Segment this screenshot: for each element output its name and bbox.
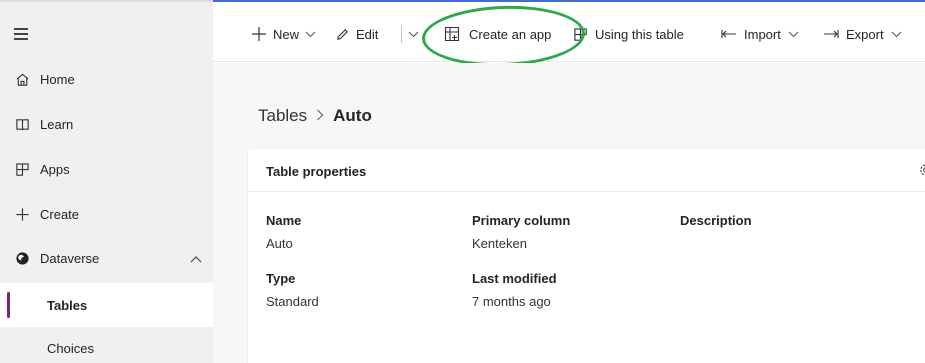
sidebar-item-learn[interactable]: Learn (0, 102, 213, 146)
sidebar-item-label: Dataverse (40, 250, 100, 266)
sidebar-item-label: Create (40, 206, 80, 222)
name-value: Auto (266, 236, 293, 251)
sidebar-item-label: Tables (47, 297, 88, 313)
home-icon (14, 71, 30, 87)
arrow-left-icon (721, 29, 737, 39)
edit-dropdown-button[interactable] (408, 24, 419, 44)
plus-icon (251, 26, 267, 42)
primary-column-value: Kenteken (472, 236, 527, 251)
sidebar-item-label: Choices (47, 340, 94, 356)
create-an-app-button[interactable]: Create an app (444, 24, 551, 44)
chevron-down-icon (788, 31, 799, 38)
import-button[interactable]: Import (721, 24, 799, 44)
apps-icon (573, 27, 588, 42)
plus-icon (14, 206, 30, 222)
new-button[interactable]: New (251, 24, 316, 44)
book-icon (14, 116, 30, 132)
sidebar-item-create[interactable]: Create (0, 192, 213, 236)
breadcrumb: Tables Auto (258, 106, 372, 126)
last-modified-value: 7 months ago (472, 294, 551, 309)
type-label: Type (266, 271, 296, 286)
arrow-right-icon (823, 29, 839, 39)
command-bar: New Edit Create an app Using this table … (213, 2, 925, 62)
chevron-down-icon (408, 31, 419, 38)
sidebar-item-home[interactable]: Home (0, 57, 213, 101)
left-navigation: Home Learn Apps Create Dataverse Tables … (0, 2, 213, 363)
edit-button[interactable]: Edit (335, 24, 378, 44)
apps-icon (14, 161, 30, 177)
table-properties-card: Table properties Name Auto Type Standard… (248, 149, 925, 363)
app-grid-icon (444, 26, 460, 42)
sidebar-item-label: Home (40, 71, 75, 87)
primary-column-label: Primary column (472, 213, 571, 228)
description-label: Description (680, 213, 752, 228)
toolbar-separator (401, 25, 402, 43)
last-modified-label: Last modified (472, 271, 557, 286)
card-title: Table properties (266, 164, 367, 179)
main-content: Tables Auto Table properties Name Auto T… (213, 63, 925, 363)
dataverse-icon (14, 250, 30, 266)
type-value: Standard (266, 294, 319, 309)
chevron-right-icon (316, 108, 324, 124)
breadcrumb-tables-link[interactable]: Tables (258, 106, 307, 126)
sidebar-item-apps[interactable]: Apps (0, 147, 213, 191)
sidebar-item-choices[interactable]: Choices (0, 326, 213, 363)
hamburger-menu-icon[interactable] (14, 28, 28, 40)
pencil-icon (335, 27, 350, 42)
gear-icon[interactable] (918, 162, 925, 181)
chevron-down-icon (305, 31, 316, 38)
breadcrumb-current: Auto (333, 106, 372, 125)
sidebar-item-label: Learn (40, 116, 74, 132)
card-header: Table properties (248, 149, 925, 192)
name-label: Name (266, 213, 302, 228)
sidebar-item-dataverse[interactable]: Dataverse (0, 236, 213, 280)
sidebar-item-tables[interactable]: Tables (0, 283, 213, 327)
chevron-down-icon (891, 31, 902, 38)
sidebar-item-label: Apps (40, 161, 70, 177)
export-button[interactable]: Export (823, 24, 902, 44)
chevron-up-icon[interactable] (190, 251, 202, 266)
using-this-table-button[interactable]: Using this table (573, 24, 684, 44)
